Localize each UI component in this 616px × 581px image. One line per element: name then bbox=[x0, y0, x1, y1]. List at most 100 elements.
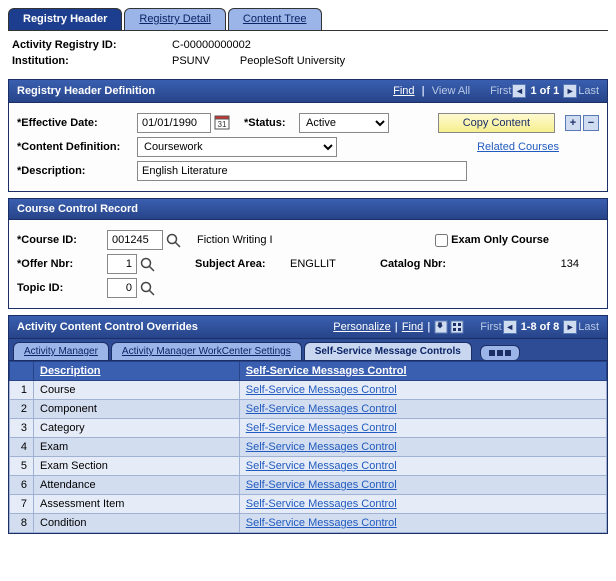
table-row: 2Component Self-Service Messages Control bbox=[10, 400, 607, 419]
view-all: View All bbox=[432, 85, 470, 97]
subtab-strip: Activity Manager Activity Manager WorkCe… bbox=[8, 339, 608, 361]
lookup-icon[interactable] bbox=[140, 281, 155, 296]
table-row: 4Exam Self-Service Messages Control bbox=[10, 438, 607, 457]
row-number: 4 bbox=[10, 438, 34, 457]
subtab-workcenter-settings[interactable]: Activity Manager WorkCenter Settings bbox=[111, 342, 302, 360]
grid-first: First bbox=[480, 321, 501, 333]
self-service-link[interactable]: Self-Service Messages Control bbox=[246, 403, 397, 415]
status-label: *Status: bbox=[244, 117, 299, 129]
grid-position: 1-8 of 8 bbox=[521, 321, 560, 333]
row-number: 2 bbox=[10, 400, 34, 419]
institution-label: Institution: bbox=[12, 55, 162, 67]
col-description[interactable]: Description bbox=[34, 362, 240, 381]
lookup-icon[interactable] bbox=[140, 257, 155, 272]
row-number: 1 bbox=[10, 381, 34, 400]
zoom-icon[interactable] bbox=[450, 320, 464, 334]
catalog-nbr-value: 134 bbox=[470, 258, 599, 270]
find-link[interactable]: Find bbox=[393, 85, 414, 97]
section-bar-overrides: Activity Content Control Overrides Perso… bbox=[8, 315, 608, 339]
calendar-icon[interactable]: 31 bbox=[214, 114, 230, 133]
description-input[interactable] bbox=[137, 161, 467, 181]
grid-next-icon[interactable]: ► bbox=[563, 320, 577, 334]
table-row: 8Condition Self-Service Messages Control bbox=[10, 514, 607, 533]
grid-last: Last bbox=[578, 321, 599, 333]
institution-code: PSUNV bbox=[172, 55, 210, 67]
subject-area-value: ENGLLIT bbox=[290, 258, 380, 270]
delete-row-icon[interactable]: − bbox=[583, 115, 599, 131]
status-select[interactable]: Active bbox=[299, 113, 389, 133]
row-description: Exam Section bbox=[34, 457, 240, 476]
course-id-label: *Course ID: bbox=[17, 234, 107, 246]
row-number: 5 bbox=[10, 457, 34, 476]
registry-id-label: Activity Registry ID: bbox=[12, 39, 162, 51]
exam-only-checkbox[interactable] bbox=[435, 234, 448, 247]
section-bar-header: Registry Header Definition Find | View A… bbox=[8, 79, 608, 103]
catalog-nbr-label: Catalog Nbr: bbox=[380, 258, 470, 270]
grid-prev-icon[interactable]: ◄ bbox=[503, 320, 517, 334]
row-description: Assessment Item bbox=[34, 495, 240, 514]
page-tabs: Registry Header Registry Detail Content … bbox=[8, 8, 608, 31]
course-name: Fiction Writing I bbox=[197, 234, 273, 246]
self-service-link[interactable]: Self-Service Messages Control bbox=[246, 479, 397, 491]
offer-nbr-input[interactable] bbox=[107, 254, 137, 274]
self-service-link[interactable]: Self-Service Messages Control bbox=[246, 384, 397, 396]
personalize-link[interactable]: Personalize bbox=[333, 321, 390, 333]
nav-last: Last bbox=[578, 85, 599, 97]
institution-name: PeopleSoft University bbox=[240, 55, 345, 67]
table-row: 6AttendanceSelf-Service Messages Control bbox=[10, 476, 607, 495]
subtab-activity-manager[interactable]: Activity Manager bbox=[13, 342, 109, 360]
copy-content-button[interactable]: Copy Content bbox=[438, 113, 555, 133]
nav-position: 1 of 1 bbox=[530, 85, 559, 97]
svg-text:31: 31 bbox=[218, 120, 227, 129]
registry-id-value: C-00000000002 bbox=[172, 39, 251, 51]
next-icon[interactable]: ► bbox=[563, 84, 577, 98]
self-service-link[interactable]: Self-Service Messages Control bbox=[246, 498, 397, 510]
find-link-grid[interactable]: Find bbox=[402, 321, 423, 333]
self-service-link[interactable]: Self-Service Messages Control bbox=[246, 422, 397, 434]
course-id-input[interactable] bbox=[107, 230, 163, 250]
row-description: Category bbox=[34, 419, 240, 438]
related-courses-link[interactable]: Related Courses bbox=[477, 141, 559, 153]
topic-id-input[interactable] bbox=[107, 278, 137, 298]
eff-date-label: *Effective Date: bbox=[17, 117, 137, 129]
self-service-link[interactable]: Self-Service Messages Control bbox=[246, 460, 397, 472]
row-number: 7 bbox=[10, 495, 34, 514]
lookup-icon[interactable] bbox=[166, 233, 181, 248]
col-link[interactable]: Self-Service Messages Control bbox=[239, 362, 606, 381]
row-description: Condition bbox=[34, 514, 240, 533]
row-number: 8 bbox=[10, 514, 34, 533]
show-all-tabs-icon[interactable] bbox=[480, 345, 520, 360]
content-def-select[interactable]: Coursework bbox=[137, 137, 337, 157]
download-icon[interactable] bbox=[434, 320, 448, 334]
summary-block: Activity Registry ID: C-00000000002 Inst… bbox=[12, 39, 608, 67]
prev-icon[interactable]: ◄ bbox=[512, 84, 526, 98]
section-body-header: *Effective Date: 31 *Status: Active Copy… bbox=[8, 103, 608, 192]
row-number: 6 bbox=[10, 476, 34, 495]
eff-date-input[interactable] bbox=[137, 113, 211, 133]
section-title-course: Course Control Record bbox=[17, 203, 599, 215]
exam-only-label: Exam Only Course bbox=[451, 234, 549, 246]
add-row-icon[interactable]: + bbox=[565, 115, 581, 131]
row-description: Exam bbox=[34, 438, 240, 457]
subject-area-label: Subject Area: bbox=[195, 258, 290, 270]
row-description: Component bbox=[34, 400, 240, 419]
subtab-self-service[interactable]: Self-Service Message Controls bbox=[304, 342, 472, 360]
tab-content-tree[interactable]: Content Tree bbox=[228, 8, 322, 30]
self-service-link[interactable]: Self-Service Messages Control bbox=[246, 441, 397, 453]
tab-registry-detail[interactable]: Registry Detail bbox=[124, 8, 226, 30]
col-num bbox=[10, 362, 34, 381]
topic-id-label: Topic ID: bbox=[17, 282, 107, 294]
self-service-link[interactable]: Self-Service Messages Control bbox=[246, 517, 397, 529]
overrides-grid: Description Self-Service Messages Contro… bbox=[8, 361, 608, 534]
content-def-label: *Content Definition: bbox=[17, 141, 137, 153]
row-description: Course bbox=[34, 381, 240, 400]
section-title-overrides: Activity Content Control Overrides bbox=[17, 321, 333, 333]
table-row: 5Exam Section Self-Service Messages Contr… bbox=[10, 457, 607, 476]
tab-registry-header[interactable]: Registry Header bbox=[8, 8, 122, 30]
description-label: *Description: bbox=[17, 165, 137, 177]
table-row: 3CategorySelf-Service Messages Control bbox=[10, 419, 607, 438]
section-body-course: *Course ID: Fiction Writing I Exam Only … bbox=[8, 220, 608, 309]
section-title-header: Registry Header Definition bbox=[17, 85, 393, 97]
section-bar-course: Course Control Record bbox=[8, 198, 608, 220]
offer-nbr-label: *Offer Nbr: bbox=[17, 258, 107, 270]
